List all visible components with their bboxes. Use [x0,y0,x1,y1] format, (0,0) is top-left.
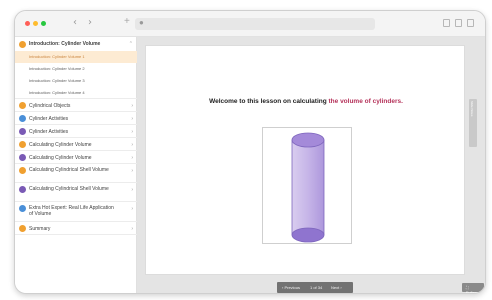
browser-window: ‹ › + ● Introduction: Cylinder Volume ⌃ … [14,10,486,294]
slide-pager: ‹ Previous 1 of 34 Next › [277,282,353,293]
section-status-icon [19,154,26,161]
share-icon[interactable] [455,19,462,27]
slide-heading-highlight: the volume of cylinders. [328,98,403,105]
sidebar-section-summary[interactable]: Summary › [15,222,137,235]
section-status-icon [19,167,26,174]
next-button[interactable]: Next › [331,285,342,290]
sidebar-section-cylinder-activities-1[interactable]: Cylinder Activities › [15,112,137,125]
chevron-right-icon[interactable]: › [131,226,133,232]
sidebar-section-calculating-volume-1[interactable]: Calculating Cylinder Volume › [15,138,137,151]
new-tab-button[interactable]: + [124,16,130,27]
close-window-button[interactable] [25,21,30,26]
sidebar-section-label: Calculating Cylindrical Shell Volume [29,186,109,192]
reader-icon[interactable] [443,19,450,27]
sidebar-section-label: Extra Hot Expert: Real Life Application … [29,205,114,217]
slide-counter: 1 of 34 [310,285,323,290]
sidebar-subitem-3[interactable]: Introduction: Cylinder Volume 3 [15,75,137,87]
zoom-window-button[interactable] [41,21,46,26]
chevron-right-icon[interactable]: › [131,206,133,212]
chevron-right-icon[interactable]: › [131,168,133,174]
sidebar-section-cylinder-activities-2[interactable]: Cylinder Activities › [15,125,137,138]
sidebar-section-label: Calculating Cylindrical Shell Volume [29,167,109,173]
fullscreen-label: ⛶ Fullscreen [466,285,485,294]
sidebar-subitem-2[interactable]: Introduction: Cylinder Volume 2 [15,63,137,75]
slide-notes-tab-label: Slide Notes [470,101,474,117]
sidebar-subitem-label: Introduction: Cylinder Volume 3 [29,78,85,83]
section-status-icon [19,128,26,135]
chevron-right-icon[interactable]: › [131,129,133,135]
chevron-right-icon[interactable]: › [131,116,133,122]
chevron-right-icon[interactable]: › [131,142,133,148]
sidebar-section-label: Cylinder Activities [29,129,69,135]
lock-icon: ● [139,18,144,27]
forward-button[interactable]: › [88,17,92,28]
section-status-icon [19,186,26,193]
sidebar-section-label: Summary [29,226,51,232]
sidebar-section-label: Calculating Cylinder Volume [29,155,92,161]
fullscreen-button[interactable]: ⛶ Fullscreen [462,283,485,294]
cylinder-graphic [291,132,325,243]
slide-heading: Welcome to this lesson on calculating th… [146,98,466,105]
section-status-icon [19,205,26,212]
chevron-right-icon[interactable]: › [131,187,133,193]
sidebar-section-label: Introduction: Cylinder Volume [29,41,101,47]
section-status-icon [19,41,26,48]
sidebar-section-label: Cylindrical Objects [29,103,71,109]
chevron-right-icon[interactable]: › [131,155,133,161]
section-status-icon [19,225,26,232]
sidebar-section-shell-volume-1[interactable]: Calculating Cylindrical Shell Volume › [15,164,137,183]
title-bar: ‹ › + ● [15,11,485,37]
sidebar-subitem-label: Introduction: Cylinder Volume 4 [29,90,85,95]
slide-notes-tab[interactable]: Slide Notes [469,99,477,147]
lesson-content-area: Welcome to this lesson on calculating th… [137,37,485,294]
section-status-icon [19,115,26,122]
chevron-up-icon[interactable]: ⌃ [129,41,133,47]
chevron-right-icon[interactable]: › [131,103,133,109]
sidebar-subitem-4[interactable]: Introduction: Cylinder Volume 4 [15,87,137,99]
sidebar-section-label: Cylinder Activities [29,116,69,122]
section-status-icon [19,102,26,109]
sidebar-subitem-1[interactable]: Introduction: Cylinder Volume 1 [15,51,137,63]
slide-heading-text: Welcome to this lesson on calculating [209,98,327,105]
sidebar-section-extra-hot-expert[interactable]: Extra Hot Expert: Real Life Application … [15,202,137,222]
minimize-window-button[interactable] [33,21,38,26]
sidebar-section-shell-volume-2[interactable]: Calculating Cylindrical Shell Volume › [15,183,137,202]
sidebar-section-cylindrical-objects[interactable]: Cylindrical Objects › [15,99,137,112]
cylinder-illustration [262,127,352,244]
lesson-slide: Welcome to this lesson on calculating th… [145,45,465,275]
sidebar-section-introduction[interactable]: Introduction: Cylinder Volume ⌃ [15,37,137,51]
lesson-sidebar: Introduction: Cylinder Volume ⌃ Introduc… [15,37,137,293]
sidebar-subitem-label: Introduction: Cylinder Volume 2 [29,66,85,71]
previous-button[interactable]: ‹ Previous [282,285,300,290]
back-button[interactable]: ‹ [73,17,77,28]
address-bar[interactable]: ● [135,18,375,30]
sidebar-section-calculating-volume-2[interactable]: Calculating Cylinder Volume › [15,151,137,164]
sidebar-subitem-label: Introduction: Cylinder Volume 1 [29,54,85,59]
tabs-icon[interactable] [467,19,474,27]
section-status-icon [19,141,26,148]
sidebar-section-label: Calculating Cylinder Volume [29,142,92,148]
